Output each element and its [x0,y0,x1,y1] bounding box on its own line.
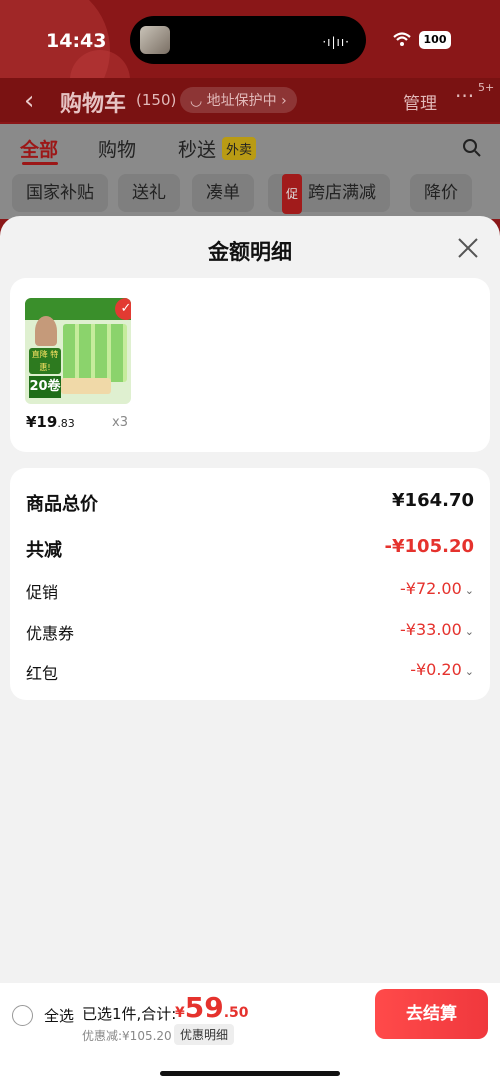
manage-button[interactable]: 管理 [403,89,437,114]
product-price: ¥19.83 [26,413,75,431]
product-card: 直降 特惠! 20卷 ✓ ¥19.83 x3 [10,278,490,452]
status-time: 14:43 [46,30,107,52]
battery-icon: 100 [419,31,451,49]
select-all-radio[interactable] [12,1005,33,1026]
more-icon[interactable]: ··· [455,84,474,108]
close-icon[interactable] [456,236,480,260]
audio-wave-icon: ·ı|ıı· [322,35,350,49]
chip-price-drop[interactable]: 降价 [410,174,472,212]
product-image[interactable]: 直降 特惠! 20卷 ✓ [25,298,131,404]
page-title: 购物车 [60,91,127,116]
address-label: 地址保护中 [206,93,277,109]
image-tag: 直降 特惠! [29,348,61,374]
checkmark-icon: ✓ [115,298,131,320]
top-nav: ‹ 购物车 (150) ◡ 地址保护中 › 管理 ··· 5+ [0,78,500,122]
discount-detail-button[interactable]: 优惠明细 [174,1024,235,1045]
chevron-left-icon[interactable]: ‹ [24,86,34,116]
chevron-down-icon: ⌄ [464,665,474,678]
chip-label: 跨店满减 [308,183,377,203]
more-badge: 5+ [478,81,495,94]
total-price: ¥59.50 [175,991,249,1024]
chip-gift[interactable]: 送礼 [118,174,180,212]
tab-flash[interactable]: 秒送 [178,135,216,162]
product-qty: x3 [112,415,128,430]
discount-summary: 优惠减:¥105.20 [82,1029,172,1043]
select-all-label[interactable]: 全选 [44,1005,74,1026]
row-red-packet[interactable]: 红包 -¥0.20 ⌄ [26,660,474,688]
search-icon[interactable] [462,138,482,158]
selected-info: 已选1件,合计: [82,1005,177,1023]
chip-bundle[interactable]: 凑单 [192,174,254,212]
price-breakdown-card: 商品总价 ¥164.70 共减 -¥105.20 促销 -¥72.00 ⌄ 优惠券… [10,468,490,700]
chevron-down-icon: ⌄ [464,584,474,597]
sheet-title: 金额明细 [208,240,292,264]
chip-cross-store[interactable]: 促跨店满减 [268,174,391,214]
tab-shopping[interactable]: 购物 [98,135,136,162]
promo-icon: 促 [282,174,303,214]
status-bar: 14:43 ·ı|ıı· 100 [0,0,500,70]
row-total-price: 商品总价 ¥164.70 [26,490,474,515]
wifi-icon [393,32,411,46]
tab-all[interactable]: 全部 [20,135,58,162]
chip-national-subsidy[interactable]: 国家补贴 [12,174,108,212]
row-promotion[interactable]: 促销 -¥72.00 ⌄ [26,579,474,607]
checkout-button[interactable]: 去结算 [375,989,488,1039]
chevron-down-icon: ⌄ [464,625,474,638]
waimai-badge: 外卖 [222,137,257,160]
home-indicator [160,1071,340,1076]
address-protection[interactable]: ◡ 地址保护中 › [180,87,297,113]
row-total-discount: 共减 -¥105.20 [26,536,474,561]
cart-count: (150) [136,91,177,109]
image-count: 20卷 [29,376,61,398]
dynamic-island: ·ı|ıı· [130,16,366,64]
bottom-bar: 全选 已选1件,合计: ¥59.50 优惠减:¥105.20 优惠明细 去结算 [0,983,500,1087]
amount-detail-sheet: 金额明细 直降 特惠! 20卷 ✓ ¥19.83 x3 商品总价 ¥164.70… [0,216,500,1087]
media-thumbnail [140,26,170,54]
tab-indicator [22,162,58,165]
row-coupon[interactable]: 优惠券 -¥33.00 ⌄ [26,620,474,648]
